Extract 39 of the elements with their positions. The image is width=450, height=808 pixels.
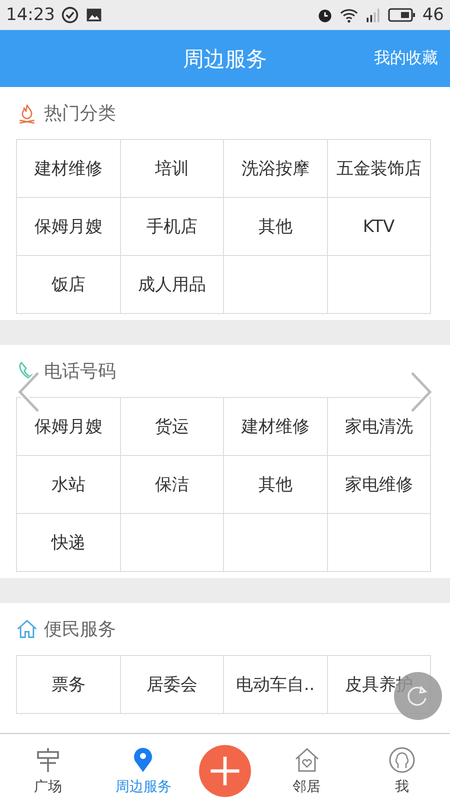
wifi-icon [340, 6, 358, 24]
category-item[interactable]: 培训 [120, 140, 224, 198]
nav-tab[interactable]: 我 [395, 778, 410, 796]
section-title: 便民服务 [44, 618, 116, 641]
category-item[interactable]: 票务 [17, 656, 120, 714]
nav-tab[interactable]: 邻居 [292, 778, 321, 796]
status-time: 14:23 [6, 5, 55, 25]
section-title: 电话号码 [44, 360, 116, 383]
category-item[interactable]: 成人用品 [120, 256, 224, 314]
user-icon[interactable] [388, 746, 416, 774]
category-item[interactable]: 建材维修 [17, 140, 120, 198]
category-item[interactable]: 居委会 [120, 656, 224, 714]
battery-icon [388, 7, 416, 23]
category-item[interactable]: 五金装饰店 [328, 140, 431, 198]
house-icon [16, 618, 38, 640]
category-item[interactable]: KTV [328, 198, 431, 256]
category-item[interactable]: 建材维修 [224, 398, 328, 456]
category-item[interactable]: 饭店 [17, 256, 120, 314]
category-item[interactable]: 家电维修 [328, 456, 431, 514]
page-title: 周边服务 [183, 46, 267, 72]
image-icon [85, 6, 103, 24]
signal-icon [364, 6, 382, 24]
category-item[interactable]: 洗浴按摩 [224, 140, 328, 198]
category-item[interactable]: 保洁 [120, 456, 224, 514]
category-item[interactable]: 其他 [224, 456, 328, 514]
category-item[interactable]: 手机店 [120, 198, 224, 256]
nav-tab[interactable]: 广场 [34, 778, 62, 796]
category-item[interactable]: 其他 [224, 198, 328, 256]
category-item[interactable]: 水站 [17, 456, 120, 514]
section-title: 热门分类 [44, 102, 116, 125]
house-heart-icon[interactable] [292, 746, 321, 774]
category-item[interactable]: 货运 [120, 398, 224, 456]
category-item[interactable]: 电动车自.. [224, 656, 328, 714]
category-item[interactable]: 保姆月嫂 [17, 198, 120, 256]
category-item[interactable]: 保姆月嫂 [17, 398, 120, 456]
category-item[interactable]: 家电清洗 [328, 398, 431, 456]
battery-level: 46 [422, 5, 444, 25]
check-circle-icon [61, 6, 79, 24]
category-item[interactable]: 快递 [17, 514, 120, 572]
